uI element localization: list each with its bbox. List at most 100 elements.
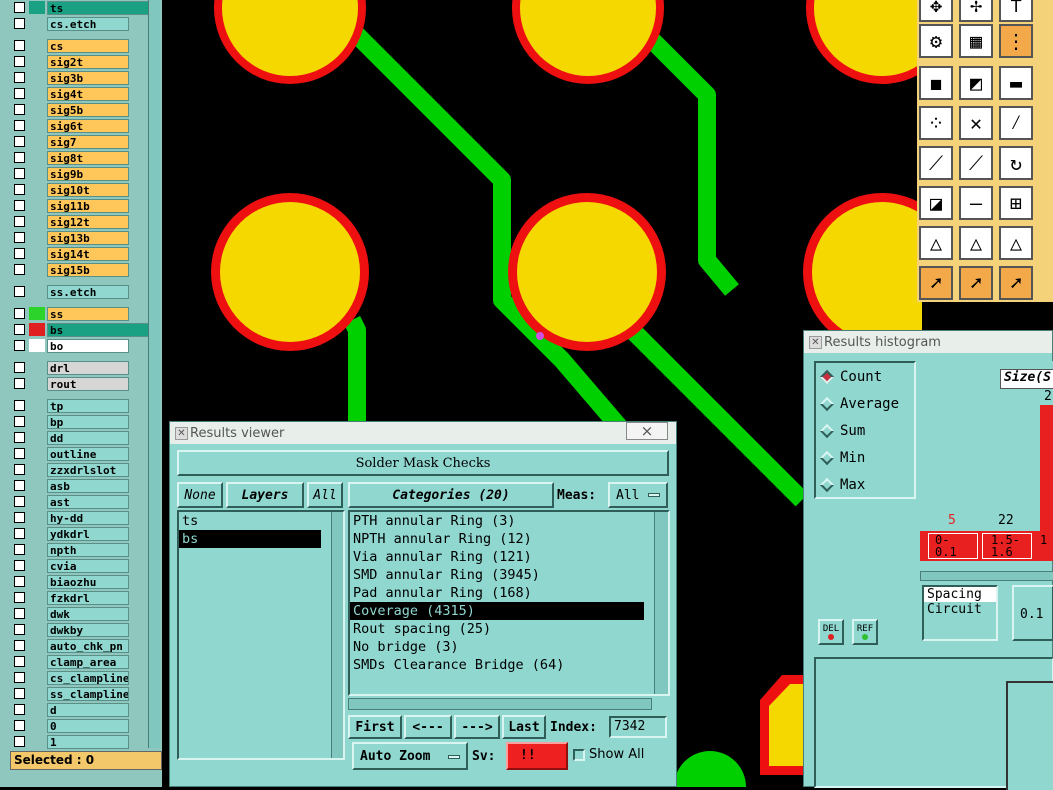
layer-name[interactable]: 1 bbox=[47, 734, 129, 749]
next-button[interactable]: ---> bbox=[454, 715, 500, 739]
layer-row[interactable]: cs.etch bbox=[14, 16, 129, 31]
type-item[interactable]: Circuit bbox=[924, 602, 996, 617]
layer-row[interactable]: tp bbox=[14, 398, 129, 413]
layer-checkbox[interactable] bbox=[14, 688, 25, 699]
tool-triangle3-icon[interactable]: △ bbox=[999, 226, 1033, 260]
layer-row[interactable]: sig7 bbox=[14, 134, 129, 149]
layer-row[interactable]: npth bbox=[14, 542, 129, 557]
tool-triangle2-icon[interactable]: △ bbox=[959, 226, 993, 260]
layer-name[interactable]: clamp_area bbox=[47, 654, 129, 669]
category-item[interactable]: No bridge (3) bbox=[350, 638, 644, 656]
layer-scrollbar[interactable] bbox=[148, 0, 160, 748]
layer-name[interactable]: ss bbox=[47, 306, 129, 321]
layer-checkbox[interactable] bbox=[14, 362, 25, 373]
layer-name[interactable]: rout bbox=[47, 376, 129, 391]
layer-checkbox[interactable] bbox=[14, 104, 25, 115]
radio-count[interactable]: Count bbox=[816, 363, 914, 390]
close-button[interactable]: × bbox=[626, 422, 668, 440]
layer-row[interactable]: ts bbox=[14, 0, 159, 15]
layer-checkbox[interactable] bbox=[14, 168, 25, 179]
tool-wrench-icon[interactable]: ⚙ bbox=[919, 24, 953, 58]
layer-row[interactable]: sig9b bbox=[14, 166, 129, 181]
layer-name[interactable]: ss_clampline bbox=[47, 686, 129, 701]
layer-checkbox[interactable] bbox=[14, 378, 25, 389]
layer-checkbox[interactable] bbox=[14, 512, 25, 523]
layer-row[interactable]: ss.etch bbox=[14, 284, 129, 299]
layer-checkbox[interactable] bbox=[14, 624, 25, 635]
layer-row[interactable]: cvia bbox=[14, 558, 129, 573]
layer-checkbox[interactable] bbox=[14, 480, 25, 491]
layer-name[interactable]: bo bbox=[47, 338, 129, 353]
layer-row[interactable]: ydkdrl bbox=[14, 526, 129, 541]
layer-row[interactable]: sig5b bbox=[14, 102, 129, 117]
layer-checkbox[interactable] bbox=[14, 264, 25, 275]
none-button[interactable]: None bbox=[177, 482, 223, 508]
layer-name[interactable]: dwk bbox=[47, 606, 129, 621]
layer-checkbox[interactable] bbox=[14, 432, 25, 443]
tool-slash2-icon[interactable]: ⟋ bbox=[959, 146, 993, 180]
layer-name[interactable]: drl bbox=[47, 360, 129, 375]
layer-row[interactable]: sig15b bbox=[14, 262, 129, 277]
layer-name[interactable]: sig13b bbox=[47, 230, 129, 245]
layer-row[interactable]: asb bbox=[14, 478, 129, 493]
last-button[interactable]: Last bbox=[502, 715, 546, 739]
layer-name[interactable]: ast bbox=[47, 494, 129, 509]
layer-name[interactable]: npth bbox=[47, 542, 129, 557]
results-viewer-titlebar[interactable]: ✕ Results viewer × bbox=[170, 422, 676, 444]
layer-row[interactable]: d bbox=[14, 702, 129, 717]
tool-slash-icon[interactable]: ⟋ bbox=[919, 146, 953, 180]
layer-checkbox[interactable] bbox=[14, 232, 25, 243]
layer-row[interactable]: biaozhu bbox=[14, 574, 129, 589]
layer-name[interactable]: dd bbox=[47, 430, 129, 445]
layer-row[interactable]: cs_clampline bbox=[14, 670, 129, 685]
layer-checkbox[interactable] bbox=[14, 496, 25, 507]
layer-checkbox[interactable] bbox=[14, 560, 25, 571]
category-item[interactable]: SMDs Clearance Bridge (64) bbox=[350, 656, 644, 674]
layer-checkbox[interactable] bbox=[14, 152, 25, 163]
auto-zoom-dropdown[interactable]: Auto Zoom bbox=[352, 742, 468, 770]
histogram-titlebar[interactable]: ✕ Results histogram bbox=[804, 331, 1052, 353]
layer-row[interactable]: sig8t bbox=[14, 150, 129, 165]
layer-row[interactable]: sig4t bbox=[14, 86, 129, 101]
layer-name[interactable]: biaozhu bbox=[47, 574, 129, 589]
category-item[interactable]: Rout spacing (25) bbox=[350, 620, 644, 638]
layer-checkbox[interactable] bbox=[14, 416, 25, 427]
layer-checkbox[interactable] bbox=[14, 720, 25, 731]
tool-net-icon[interactable]: ⋮ bbox=[999, 24, 1033, 58]
first-button[interactable]: First bbox=[348, 715, 402, 739]
layer-row[interactable]: sig11b bbox=[14, 198, 129, 213]
layer-row[interactable]: cs bbox=[14, 38, 129, 53]
index-input[interactable]: 7342 bbox=[609, 716, 667, 738]
layer-row[interactable]: ast bbox=[14, 494, 129, 509]
layer-name[interactable]: bs bbox=[47, 322, 159, 337]
layer-checkbox[interactable] bbox=[14, 324, 25, 335]
layer-name[interactable]: sig10t bbox=[47, 182, 129, 197]
category-item[interactable]: Coverage (4315) bbox=[350, 602, 644, 620]
layer-name[interactable]: sig8t bbox=[47, 150, 129, 165]
layer-checkbox[interactable] bbox=[14, 2, 25, 13]
value-field[interactable]: 0.1 bbox=[1012, 585, 1053, 641]
tool-ruler-icon[interactable]: ▬ bbox=[999, 66, 1033, 100]
layer-checkbox[interactable] bbox=[14, 18, 25, 29]
tool-select-box-icon[interactable]: ◩ bbox=[959, 66, 993, 100]
layer-checkbox[interactable] bbox=[14, 120, 25, 131]
layer-name[interactable]: bp bbox=[47, 414, 129, 429]
layer-checkbox[interactable] bbox=[14, 704, 25, 715]
layer-row[interactable]: zzxdrlslot bbox=[14, 462, 129, 477]
layer-name[interactable]: cvia bbox=[47, 558, 129, 573]
layer-list-item[interactable]: ts bbox=[179, 512, 321, 530]
category-item[interactable]: SMD annular Ring (3945) bbox=[350, 566, 644, 584]
tool-capture-icon[interactable]: ◼ bbox=[919, 66, 953, 100]
tool-measure-icon[interactable]: ⊞ bbox=[999, 186, 1033, 220]
layer-checkbox[interactable] bbox=[14, 340, 25, 351]
tool-te-icon[interactable]: ⊤ bbox=[999, 0, 1033, 22]
layer-row[interactable]: auto_chk_pn bbox=[14, 638, 129, 653]
tool-dash-icon[interactable]: — bbox=[959, 186, 993, 220]
layer-name[interactable]: sig5b bbox=[47, 102, 129, 117]
layer-row[interactable]: sig6t bbox=[14, 118, 129, 133]
categories-button[interactable]: Categories (20) bbox=[348, 482, 554, 508]
tool-rotate-icon[interactable]: ↻ bbox=[999, 146, 1033, 180]
layer-name[interactable]: ts bbox=[47, 0, 159, 15]
layer-name[interactable]: cs bbox=[47, 38, 129, 53]
layer-name[interactable]: sig12t bbox=[47, 214, 129, 229]
